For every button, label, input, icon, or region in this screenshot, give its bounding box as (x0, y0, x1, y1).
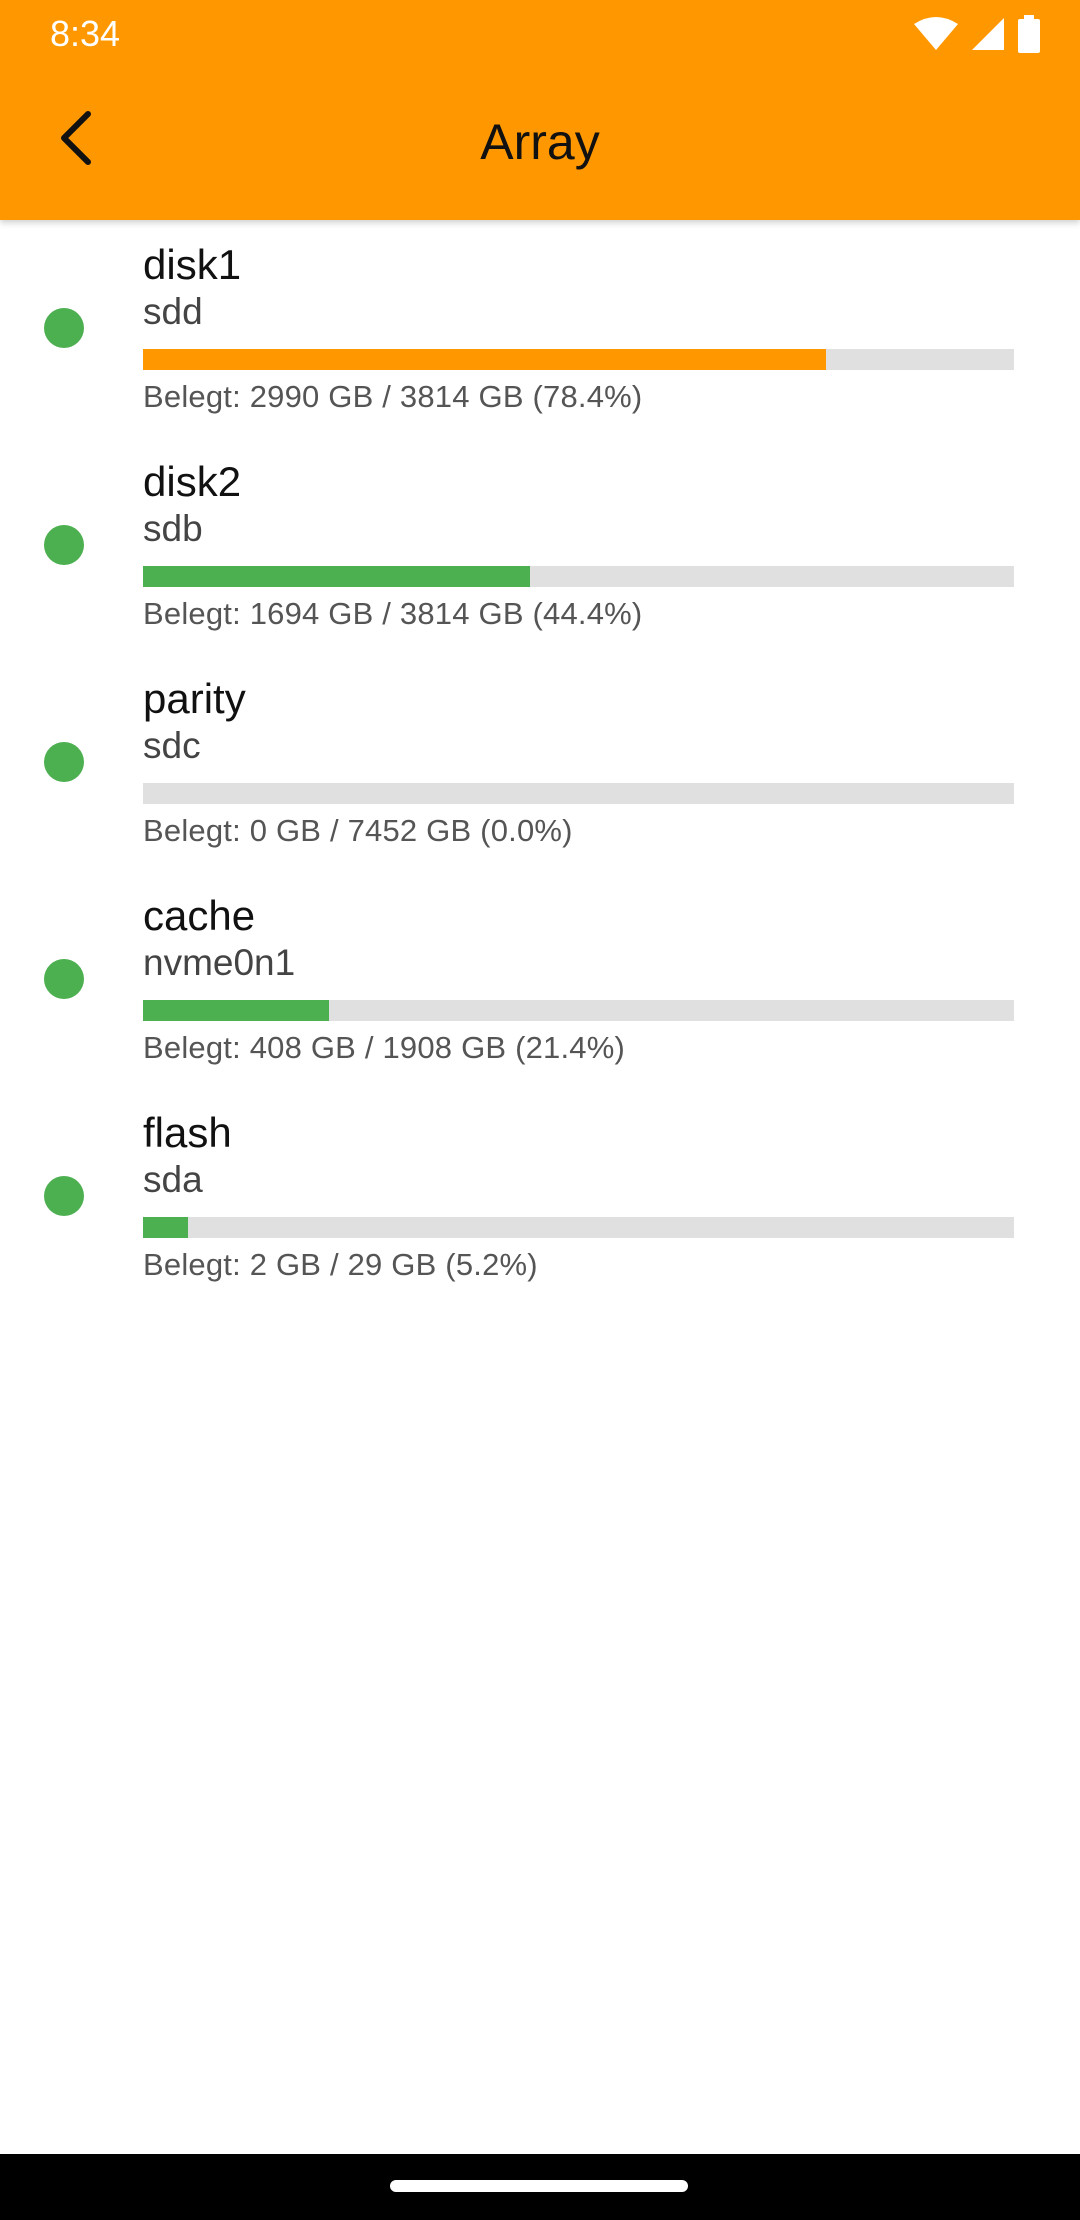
usage-bar (143, 566, 1014, 587)
usage-text: Belegt: 0 GB / 7452 GB (0.0%) (143, 813, 573, 848)
disk-device: sda (143, 1159, 203, 1200)
usage-bar (143, 783, 1014, 804)
disk-list: disk1 sdd Belegt: 2990 GB / 3814 GB (78.… (0, 220, 1080, 1305)
signal-icon (970, 16, 1006, 52)
usage-text: Belegt: 408 GB / 1908 GB (21.4%) (143, 1030, 626, 1065)
disk-name: flash (143, 1109, 232, 1156)
disk-item-parity[interactable]: parity sdc Belegt: 0 GB / 7452 GB (0.0%) (0, 654, 1080, 871)
battery-icon (1018, 15, 1040, 53)
usage-bar (143, 349, 1014, 370)
screen: 8:34 Array disk1 sdd Belegt: 2990 GB / 3… (0, 0, 1080, 2220)
status-icons (914, 12, 1040, 56)
usage-bar-fill (143, 566, 530, 587)
status-dot (44, 308, 84, 348)
page-title: Array (480, 114, 600, 170)
disk-item-disk1[interactable]: disk1 sdd Belegt: 2990 GB / 3814 GB (78.… (0, 220, 1080, 437)
status-dot (44, 525, 84, 565)
wifi-icon (914, 16, 958, 52)
disk-device: sdb (143, 508, 203, 549)
status-dot (44, 1176, 84, 1216)
usage-bar-fill (143, 1000, 330, 1021)
status-time: 8:34 (50, 13, 121, 54)
disk-name: disk2 (143, 458, 242, 505)
usage-bar-fill (143, 349, 826, 370)
disk-item-disk2[interactable]: disk2 sdb Belegt: 1694 GB / 3814 GB (44.… (0, 437, 1080, 654)
disk-device: sdc (143, 725, 201, 766)
usage-text: Belegt: 2990 GB / 3814 GB (78.4%) (143, 379, 643, 414)
usage-bar-fill (143, 1217, 189, 1238)
disk-name: cache (143, 892, 256, 939)
disk-name: disk1 (143, 241, 242, 288)
usage-bar (143, 1000, 1014, 1021)
navigation-bar (0, 2154, 1080, 2220)
disk-name: parity (143, 675, 246, 722)
usage-bar (143, 1217, 1014, 1238)
disk-device: sdd (143, 291, 203, 332)
usage-text: Belegt: 2 GB / 29 GB (5.2%) (143, 1247, 538, 1282)
usage-text: Belegt: 1694 GB / 3814 GB (44.4%) (143, 596, 643, 631)
disk-item-cache[interactable]: cache nvme0n1 Belegt: 408 GB / 1908 GB (… (0, 871, 1080, 1088)
status-dot (44, 959, 84, 999)
app-bar: 8:34 Array (0, 0, 1080, 220)
home-handle[interactable] (390, 2180, 688, 2192)
status-dot (44, 742, 84, 782)
disk-device: nvme0n1 (143, 942, 296, 983)
disk-item-flash[interactable]: flash sda Belegt: 2 GB / 29 GB (5.2%) (0, 1088, 1080, 1305)
